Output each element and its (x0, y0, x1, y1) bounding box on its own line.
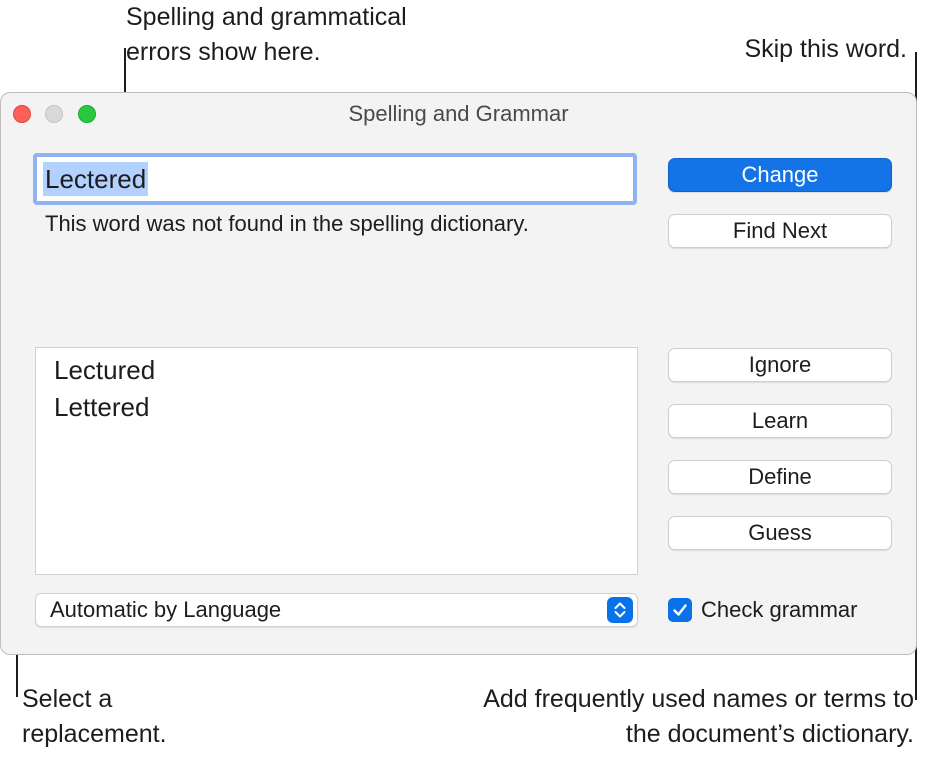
spelling-grammar-window: Spelling and Grammar Lectered This word … (0, 92, 917, 655)
language-popup-value: Automatic by Language (50, 597, 282, 622)
misspelled-word-text: Lectered (43, 162, 149, 196)
check-grammar-option[interactable]: Check grammar (668, 593, 857, 627)
list-item[interactable]: Lectured (36, 352, 637, 389)
check-grammar-label: Check grammar (701, 597, 858, 622)
callout-errors-line1: Spelling and grammatical (126, 3, 407, 31)
callout-replacement-line1: Select a (22, 685, 113, 713)
define-button[interactable]: Define (668, 460, 892, 494)
chevron-up-down-icon (607, 597, 633, 623)
callout-add-line2: the document’s dictionary. (625, 720, 914, 748)
callout-errors: Spelling and grammatical errors show her… (126, 0, 407, 70)
learn-button[interactable]: Learn (668, 404, 892, 438)
suggestions-list[interactable]: Lectured Lettered (35, 347, 638, 575)
guess-button[interactable]: Guess (668, 516, 892, 550)
language-popup[interactable]: Automatic by Language (35, 593, 638, 627)
spelling-message: This word was not found in the spelling … (45, 211, 529, 236)
window-title: Spelling and Grammar (348, 101, 569, 126)
callout-add: Add frequently used names or terms to th… (483, 682, 914, 752)
callout-replacement: Select a replacement. (22, 682, 167, 752)
change-button[interactable]: Change (668, 158, 892, 192)
list-item[interactable]: Lettered (36, 389, 637, 426)
title-bar: Spelling and Grammar (1, 93, 916, 135)
callout-errors-line2: errors show here. (126, 38, 321, 66)
callout-skip: Skip this word. (744, 35, 907, 63)
callout-replacement-line2: replacement. (22, 720, 167, 748)
callout-add-line1: Add frequently used names or terms to (483, 685, 914, 713)
misspelled-word-field[interactable]: Lectered (33, 153, 637, 205)
checkmark-icon (673, 604, 687, 616)
check-grammar-checkbox[interactable] (668, 598, 692, 622)
find-next-button[interactable]: Find Next (668, 214, 892, 248)
ignore-button[interactable]: Ignore (668, 348, 892, 382)
